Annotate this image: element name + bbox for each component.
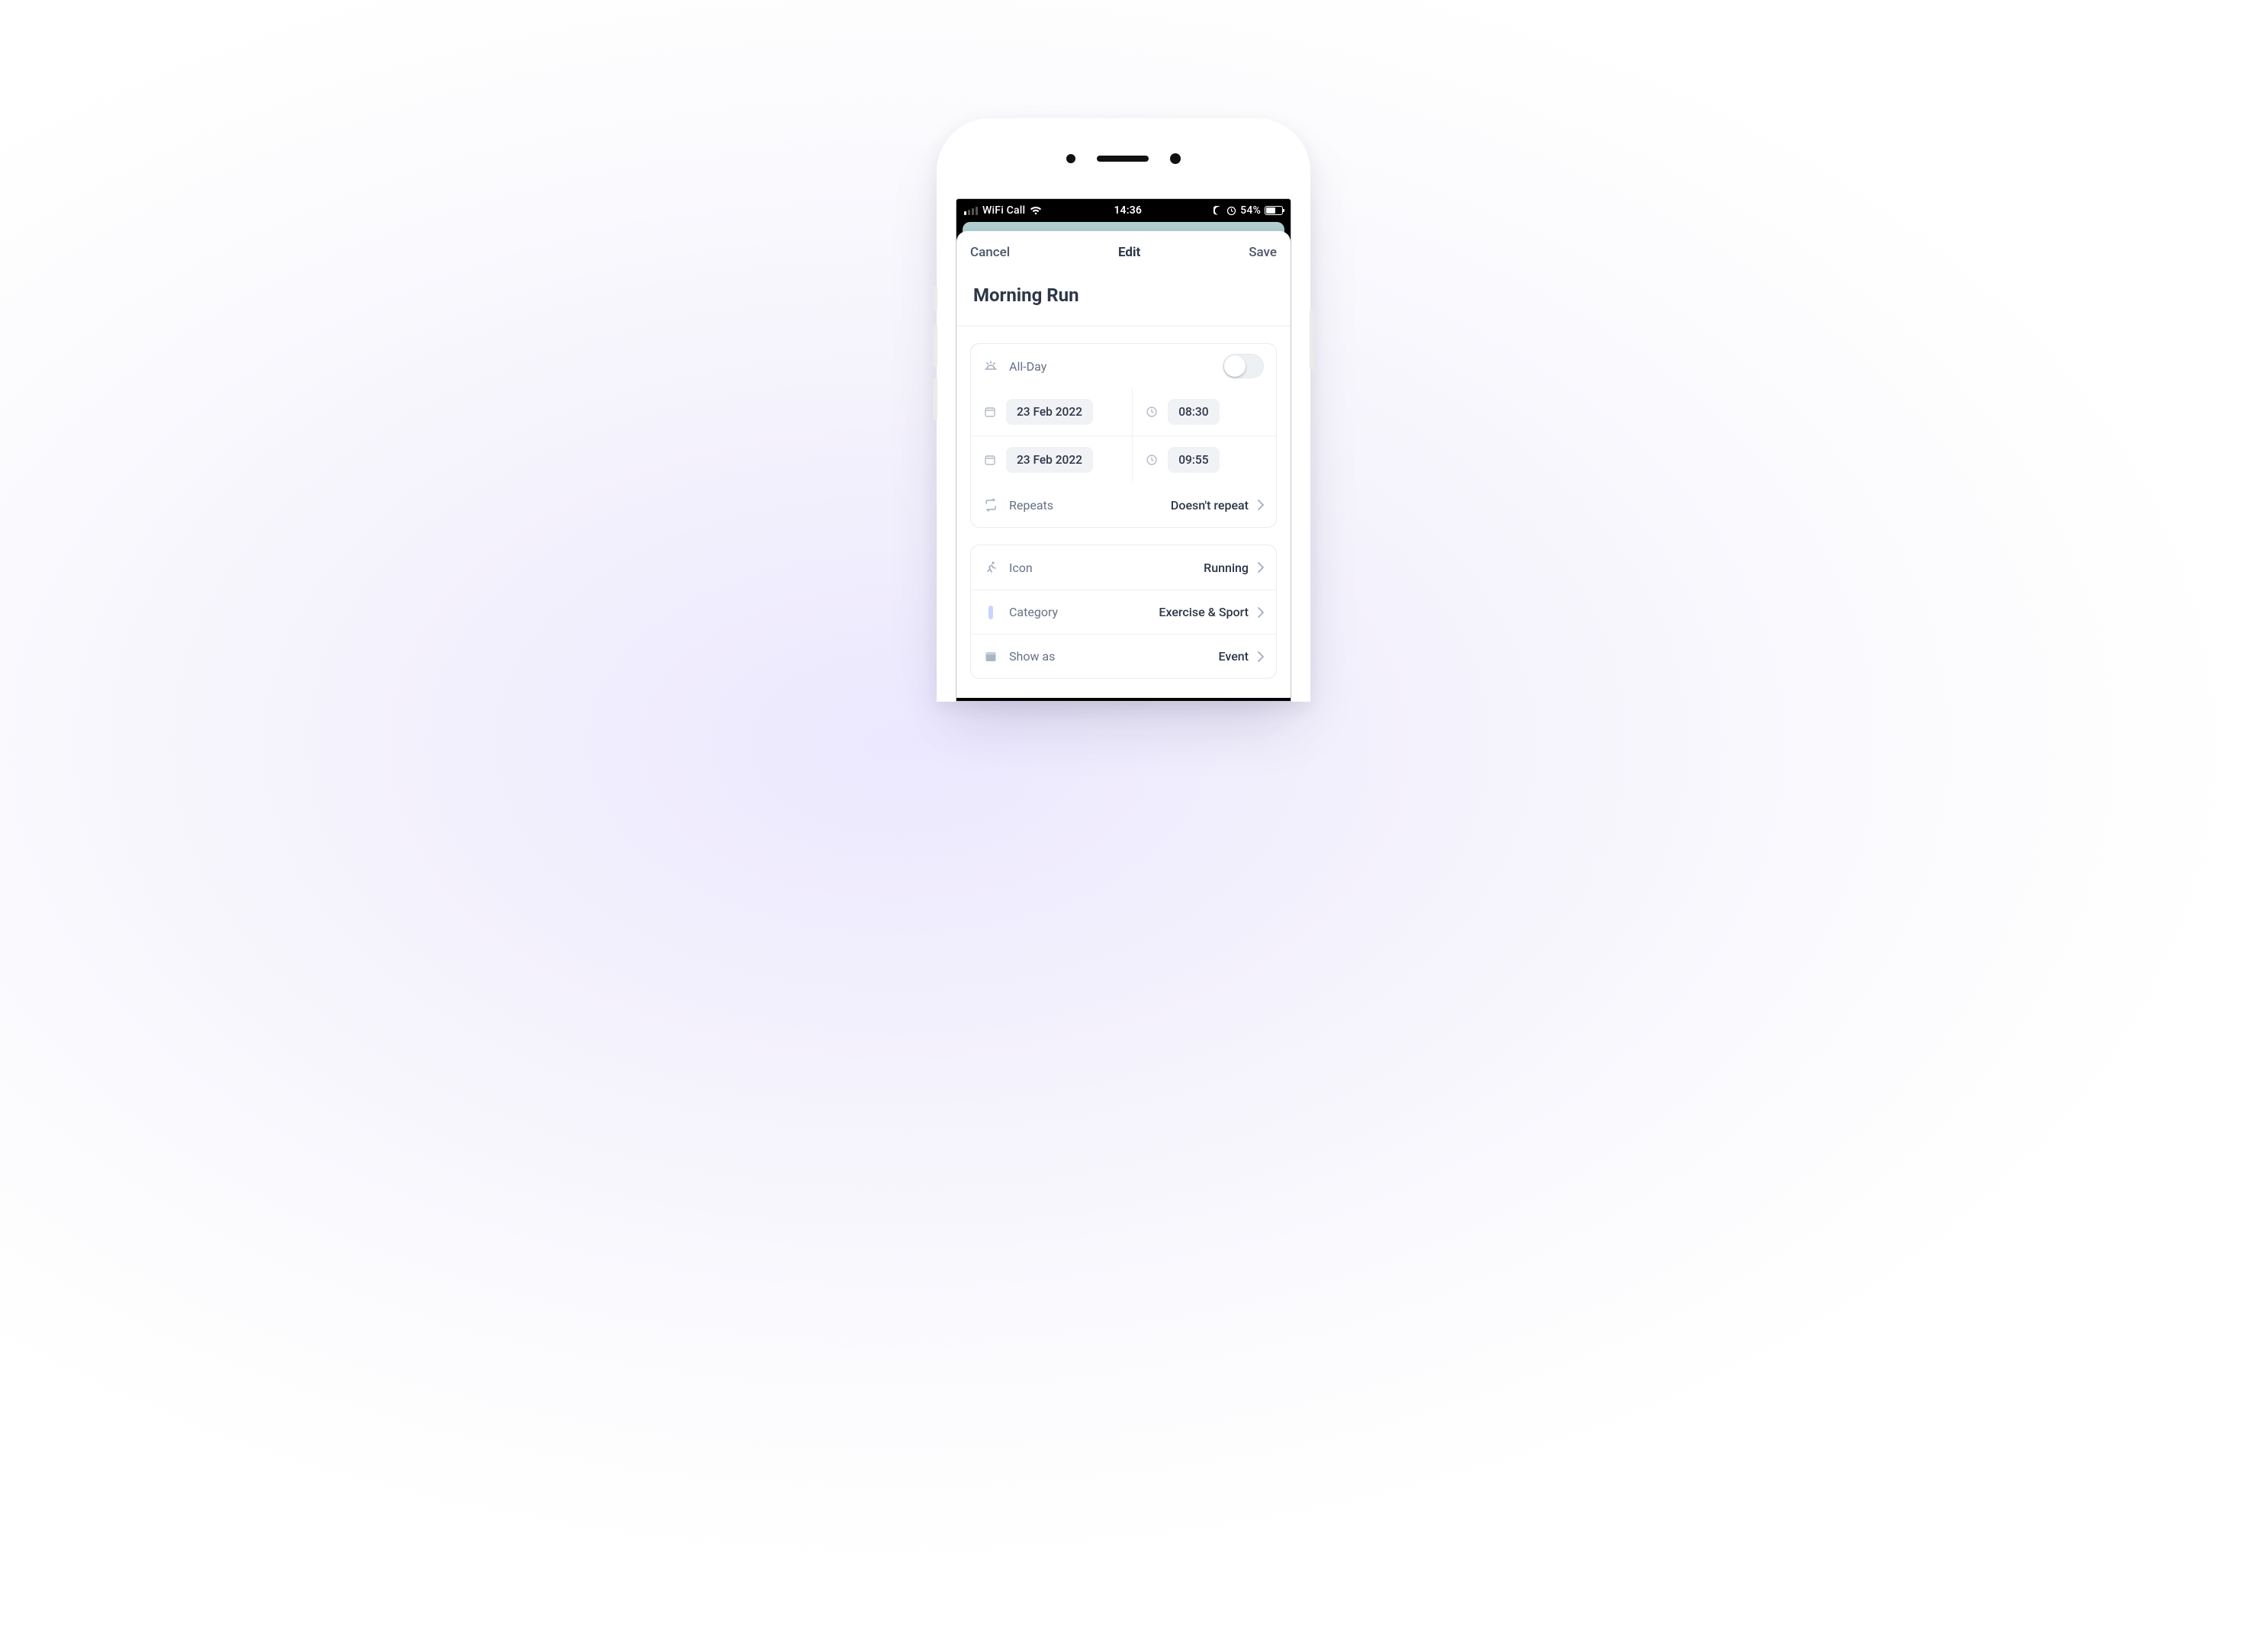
timing-card: All-Day 23 Feb 2022 08:30 [970,343,1277,528]
phone-side-button [933,286,937,310]
phone-side-button [933,324,937,367]
start-date-button[interactable]: 23 Feb 2022 [1006,399,1093,425]
allday-label: All-Day [1009,359,1046,374]
repeats-label: Repeats [1009,498,1053,513]
end-time-button[interactable]: 09:55 [1168,447,1219,473]
phone-side-button [1310,309,1314,370]
chevron-right-icon [1258,500,1264,510]
category-row[interactable]: Category Exercise & Sport [971,590,1276,634]
cancel-button[interactable]: Cancel [970,245,1010,260]
end-datetime-row: 23 Feb 2022 09:55 [971,435,1276,483]
showas-value: Event [1219,649,1249,664]
icon-row[interactable]: Icon Running [971,545,1276,590]
allday-row: All-Day [971,344,1276,388]
showas-row[interactable]: Show as Event [971,634,1276,678]
status-time: 14:36 [1042,204,1214,217]
chevron-right-icon [1258,562,1264,573]
start-time-button[interactable]: 08:30 [1168,399,1219,425]
calendar-icon [983,405,997,419]
repeats-row[interactable]: Repeats Doesn't repeat [971,483,1276,527]
start-datetime-row: 23 Feb 2022 08:30 [971,388,1276,435]
phone-sensor [1066,154,1075,163]
calendar-event-icon [983,649,998,664]
clock-icon [1145,405,1159,419]
save-button[interactable]: Save [1249,245,1277,260]
end-date-button[interactable]: 23 Feb 2022 [1006,447,1093,473]
carrier-label: WiFi Call [982,204,1025,217]
battery-percent: 54% [1240,204,1261,217]
phone-frame: WiFi Call 14:36 54% Cancel [937,118,1310,702]
category-value: Exercise & Sport [1159,605,1249,619]
icon-value: Running [1204,561,1249,575]
calendar-icon [983,453,997,467]
rotation-lock-icon [1226,206,1236,216]
chevron-right-icon [1258,651,1264,662]
allday-toggle[interactable] [1223,354,1264,378]
meta-card: Icon Running Category Exercise & Sport [970,545,1277,679]
sunrise-icon [983,358,998,374]
phone-speaker [1097,156,1149,162]
sheet-title: Edit [1118,245,1140,260]
chevron-right-icon [1258,607,1264,618]
phone-side-button [933,378,937,420]
phone-screen: WiFi Call 14:36 54% Cancel [956,198,1291,702]
category-label: Category [1009,605,1058,619]
wifi-icon [1030,206,1042,215]
battery-icon [1265,206,1283,215]
phone-camera [1170,153,1181,164]
clock-icon [1145,453,1159,467]
repeats-value: Doesn't repeat [1171,498,1249,513]
dnd-moon-icon [1214,206,1223,215]
repeat-icon [983,497,998,513]
event-title-input[interactable]: Morning Run [956,268,1291,326]
signal-icon [964,207,978,215]
phone-speaker-cluster [937,153,1310,164]
status-bar: WiFi Call 14:36 54% [956,199,1291,222]
sheet-navbar: Cancel Edit Save [956,231,1291,268]
category-color-icon [988,606,993,619]
running-icon [983,560,998,575]
icon-label: Icon [1009,561,1033,575]
edit-event-sheet: Cancel Edit Save Morning Run All-Day [956,231,1291,698]
showas-label: Show as [1009,649,1055,664]
